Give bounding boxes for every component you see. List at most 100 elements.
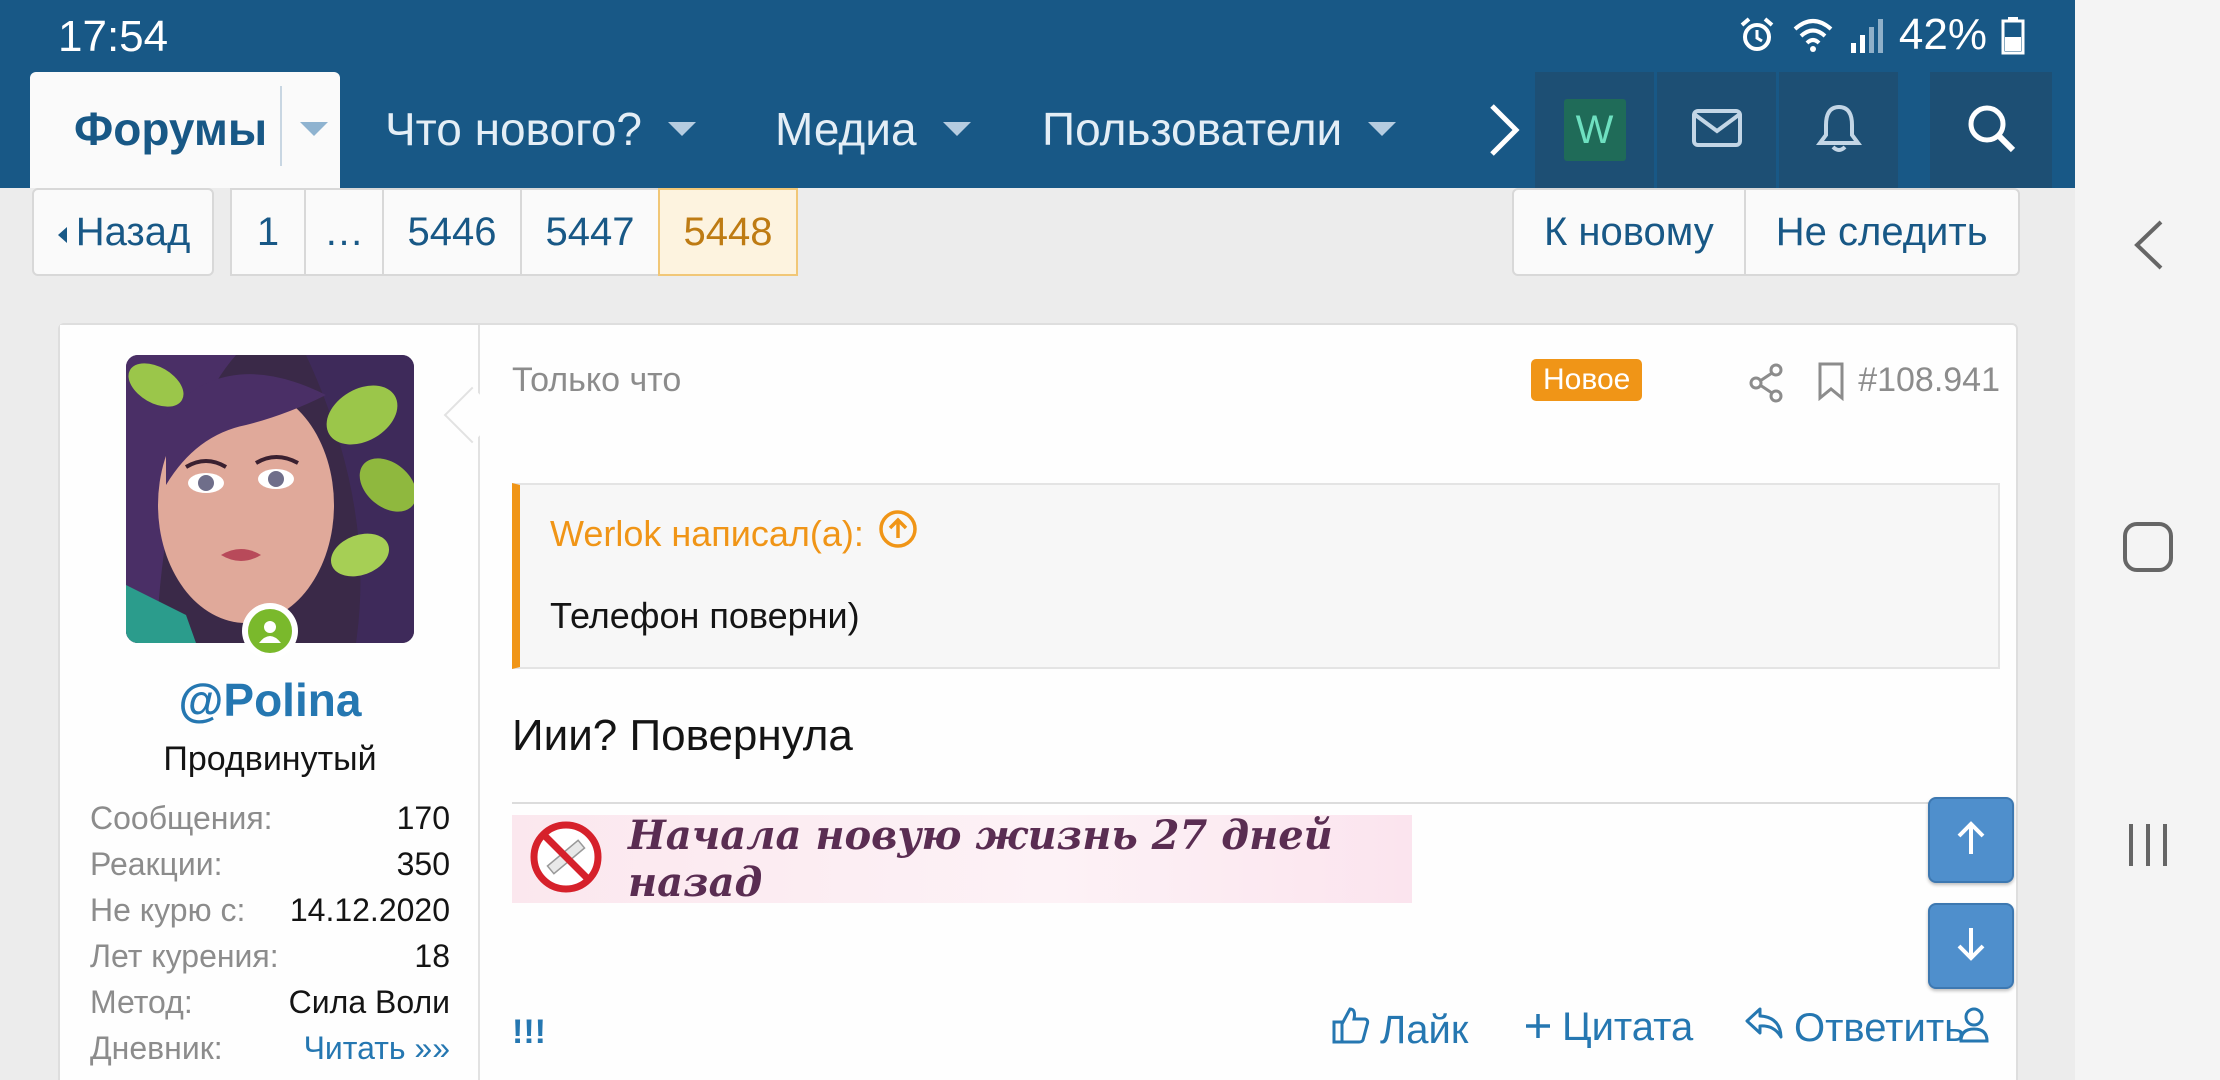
stat-label: Не курю с: bbox=[90, 891, 246, 928]
page-link[interactable]: 1 bbox=[230, 188, 306, 276]
reply-button[interactable]: Ответить bbox=[1744, 1005, 1965, 1051]
stat-row: Сообщения: 170 bbox=[90, 795, 450, 841]
avatar[interactable] bbox=[126, 355, 414, 643]
battery-icon bbox=[2001, 15, 2025, 55]
home-nav-icon[interactable] bbox=[2121, 520, 2175, 579]
signature-banner: Начала новую жизнь 27 дней назад bbox=[512, 812, 1412, 906]
online-indicator bbox=[242, 603, 298, 659]
page-current[interactable]: 5448 bbox=[658, 188, 798, 276]
tab-whats-new-label: Что нового? bbox=[385, 103, 642, 155]
main-nav: Форумы Что нового? Медиа Пользователи W bbox=[0, 72, 2075, 188]
message: Только что Новое #108.941 Werlok написал… bbox=[512, 325, 2000, 1080]
post-actions: !!! Лайк Цитата Ответить bbox=[512, 1005, 2000, 1065]
like-button[interactable]: Лайк bbox=[1332, 1005, 1468, 1055]
stat-label: Сообщения: bbox=[90, 799, 273, 836]
status-bar: 17:54 42% bbox=[0, 0, 2075, 72]
back-button[interactable]: Назад bbox=[32, 188, 214, 276]
signature-text: Начала новую жизнь 27 дней назад bbox=[628, 812, 1333, 906]
account-button[interactable]: W bbox=[1535, 72, 1657, 188]
bell-icon bbox=[1815, 103, 1862, 158]
user-icon[interactable] bbox=[1958, 1005, 1990, 1045]
search-icon bbox=[1965, 102, 2017, 159]
avatar: W bbox=[1563, 99, 1626, 161]
share-icon[interactable] bbox=[1748, 363, 1784, 408]
stat-row: Не курю с: 14.12.2020 bbox=[90, 887, 450, 933]
post-number[interactable]: #108.941 bbox=[1858, 361, 2000, 400]
quote-author-label: Werlok написал(a): bbox=[550, 512, 864, 554]
stat-value: 350 bbox=[396, 845, 450, 882]
stat-value: 170 bbox=[396, 799, 450, 836]
tab-forums-label: Форумы bbox=[74, 103, 268, 155]
thumbs-up-icon bbox=[1332, 1005, 1370, 1055]
tab-media-label: Медиа bbox=[775, 103, 917, 155]
screen: 17:54 42% Форумы Что нового? Медиа Польз… bbox=[0, 0, 2075, 1080]
jump-new-button[interactable]: К новому bbox=[1512, 188, 1746, 276]
unwatch-button[interactable]: Не следить bbox=[1743, 188, 2020, 276]
chevron-down-icon[interactable] bbox=[668, 122, 696, 136]
signal-icon bbox=[1849, 15, 1885, 55]
caret-left-icon bbox=[56, 210, 68, 255]
page-link[interactable]: 5447 bbox=[520, 188, 660, 276]
divider bbox=[280, 86, 282, 166]
user-online-icon bbox=[248, 609, 292, 653]
message-body: Иии? Повернула bbox=[512, 711, 853, 760]
stat-row: Реакции: 350 bbox=[90, 841, 450, 887]
arrow-up-circle-icon[interactable] bbox=[878, 509, 918, 558]
bookmark-icon[interactable] bbox=[1816, 361, 1846, 406]
quote-text: Телефон поверни) bbox=[550, 595, 860, 636]
stat-row: Лет курения: 18 bbox=[90, 933, 450, 979]
tab-media[interactable]: Медиа bbox=[775, 102, 971, 156]
status-time: 17:54 bbox=[58, 12, 169, 61]
stat-value: Сила Воли bbox=[288, 983, 450, 1020]
diary-link[interactable]: Читать »» bbox=[304, 1030, 450, 1067]
scroll-bottom-button[interactable] bbox=[1928, 903, 2014, 989]
quote-author[interactable]: Werlok написал(a): bbox=[550, 509, 918, 558]
tab-whats-new[interactable]: Что нового? bbox=[385, 102, 696, 156]
user-panel: @Polina Продвинутый Сообщения: 170 Реакци… bbox=[60, 325, 501, 1080]
post-time[interactable]: Только что bbox=[512, 361, 681, 400]
chevron-down-icon[interactable] bbox=[942, 122, 971, 136]
stat-label: Реакции: bbox=[90, 845, 223, 882]
search-button[interactable] bbox=[1930, 72, 2052, 188]
tab-members-label: Пользователи bbox=[1042, 103, 1343, 155]
quote-button[interactable]: Цитата bbox=[1524, 1005, 1693, 1050]
stat-label: Лет курения: bbox=[90, 937, 279, 974]
page-link[interactable]: 5446 bbox=[382, 188, 522, 276]
stat-row: Дневник: Читать »» bbox=[90, 1025, 450, 1071]
page-skip[interactable]: … bbox=[304, 188, 384, 276]
inbox-button[interactable] bbox=[1657, 72, 1779, 188]
stat-row: Метод: Сила Воли bbox=[90, 979, 450, 1025]
system-icons: 42% bbox=[1737, 10, 2025, 60]
envelope-icon bbox=[1691, 108, 1743, 153]
tab-members[interactable]: Пользователи bbox=[1042, 102, 1397, 156]
back-nav-icon[interactable] bbox=[2129, 218, 2169, 277]
stat-value: 14.12.2020 bbox=[289, 891, 450, 928]
quote-label: Цитата bbox=[1562, 1005, 1694, 1049]
back-label: Назад bbox=[75, 209, 191, 254]
arrow-up-icon bbox=[1951, 818, 1991, 863]
chevron-down-icon[interactable] bbox=[300, 122, 328, 136]
username[interactable]: @Polina bbox=[60, 673, 480, 727]
alerts-button[interactable] bbox=[1779, 72, 1901, 188]
stat-value: 18 bbox=[414, 937, 450, 974]
stat-label: Метод: bbox=[90, 983, 193, 1020]
user-title: Продвинутый bbox=[163, 740, 377, 778]
signature-divider bbox=[512, 802, 2000, 804]
message-header: Только что Новое #108.941 bbox=[512, 359, 2000, 409]
new-badge: Новое bbox=[1531, 359, 1643, 401]
plus-icon bbox=[1524, 1005, 1552, 1050]
no-smoking-icon bbox=[528, 819, 604, 900]
recents-nav-icon[interactable] bbox=[2125, 820, 2171, 875]
report-link[interactable]: !!! bbox=[512, 1013, 546, 1052]
wifi-icon bbox=[1791, 15, 1835, 55]
reply-icon bbox=[1744, 1005, 1784, 1051]
account-buttons: W bbox=[1535, 72, 1901, 188]
chevron-down-icon[interactable] bbox=[1368, 122, 1397, 136]
quote-block: Werlok написал(a): Телефон поверни) bbox=[512, 483, 2000, 669]
scroll-top-button[interactable] bbox=[1928, 797, 2014, 883]
tab-forums[interactable]: Форумы bbox=[30, 72, 340, 188]
reply-label: Ответить bbox=[1794, 1005, 1965, 1050]
user-stats: Сообщения: 170 Реакции: 350 Не курю с: 14.1… bbox=[90, 795, 450, 1071]
thread-actions: К новому Не следить bbox=[1512, 188, 2020, 276]
chevron-right-icon[interactable] bbox=[1486, 100, 1522, 165]
